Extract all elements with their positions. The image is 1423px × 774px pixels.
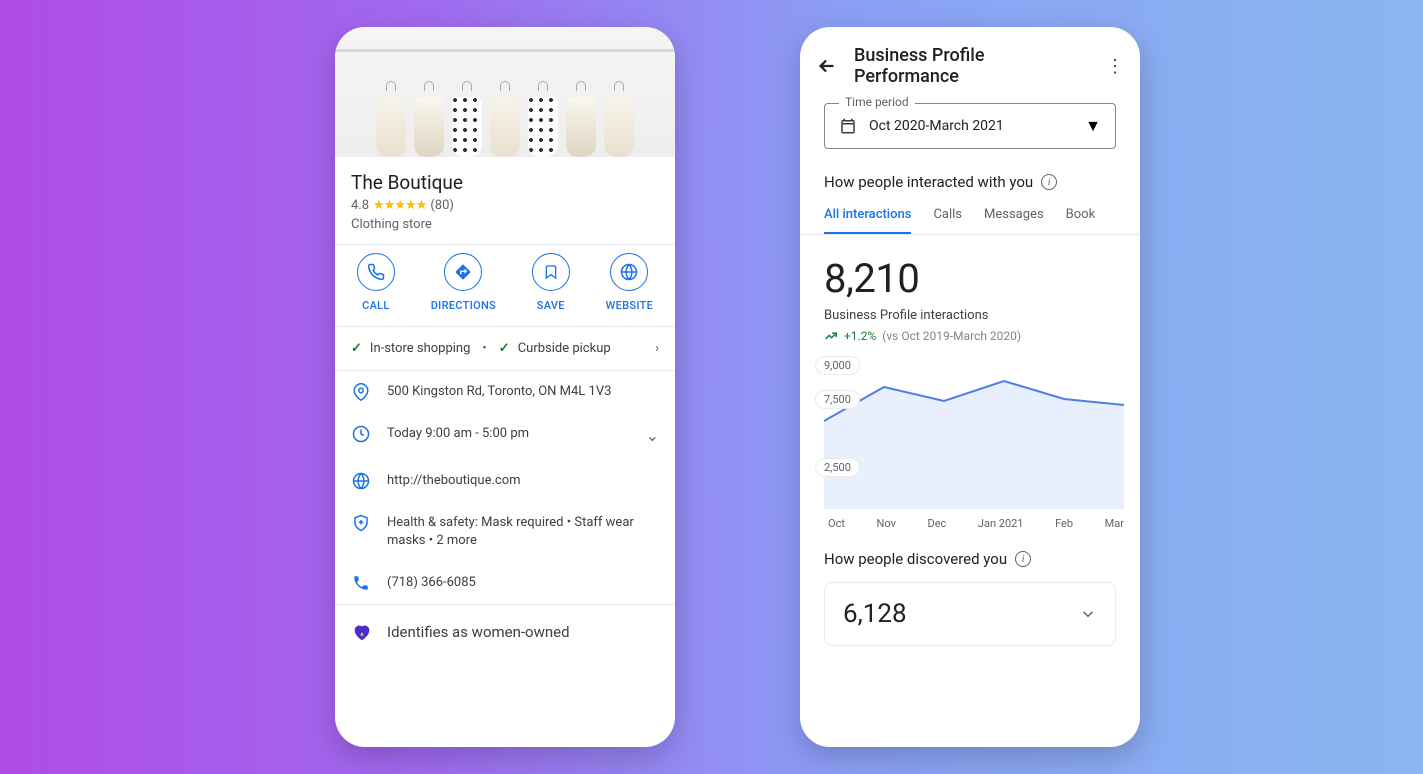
website-button[interactable]: WEBSITE <box>606 253 653 312</box>
trend-percent: +1.2% <box>844 329 876 343</box>
tab-bookings[interactable]: Book <box>1066 207 1096 234</box>
women-owned-text: Identifies as women-owned <box>387 623 570 641</box>
phone-row[interactable]: (718) 366-6085 <box>335 562 675 604</box>
address-row[interactable]: 500 Kingston Rd, Toronto, ON M4L 1V3 <box>335 371 675 413</box>
phone-analytics: Business Profile Performance ⋮ Time peri… <box>800 27 1140 747</box>
trend-up-icon <box>824 329 838 343</box>
more-icon[interactable]: ⋮ <box>1106 56 1124 77</box>
hours-row[interactable]: Today 9:00 am - 5:00 pm ⌄ <box>335 413 675 459</box>
shield-icon <box>351 514 371 550</box>
website-row[interactable]: http://theboutique.com <box>335 460 675 502</box>
time-period-legend: Time period <box>839 95 915 109</box>
time-period-wrap: Time period Oct 2020-March 2021 ▼ <box>800 99 1140 165</box>
features-row[interactable]: ✓ In-store shopping • ✓ Curbside pickup … <box>335 327 675 371</box>
rating-value: 4.8 <box>351 198 369 213</box>
call-button[interactable]: CALL <box>357 253 395 312</box>
category-label: Clothing store <box>351 217 659 232</box>
chevron-down-icon: ⌄ <box>646 425 659 447</box>
tab-all-interactions[interactable]: All interactions <box>824 207 911 234</box>
section-interacted-label: How people interacted with you <box>824 173 1033 191</box>
page-title: Business Profile Performance <box>854 45 1090 87</box>
chart-xaxis: Oct Nov Dec Jan 2021 Feb Mar <box>800 513 1140 538</box>
chevron-down-icon <box>1079 605 1097 623</box>
feature-curbside: Curbside pickup <box>518 341 611 356</box>
website-label: WEBSITE <box>606 299 653 312</box>
phone-icon <box>351 574 371 592</box>
xtick: Jan 2021 <box>978 517 1024 530</box>
pin-icon <box>351 383 371 401</box>
globe-icon <box>610 253 648 291</box>
xtick: Feb <box>1055 517 1073 530</box>
dropdown-icon: ▼ <box>1085 116 1101 136</box>
ytick-2500: 2,500 <box>816 459 859 476</box>
section-discovered-label: How people discovered you <box>824 550 1007 568</box>
xtick: Nov <box>877 517 896 530</box>
xtick: Dec <box>928 517 947 530</box>
safety-row[interactable]: Health & safety: Mask required • Staff w… <box>335 502 675 562</box>
directions-label: DIRECTIONS <box>431 299 496 312</box>
info-icon[interactable]: i <box>1015 551 1031 567</box>
section-interacted: How people interacted with you i <box>800 165 1140 207</box>
check-icon: ✓ <box>499 341 510 356</box>
trend-row: +1.2% (vs Oct 2019-March 2020) <box>824 329 1116 343</box>
safety-text: Health & safety: Mask required • Staff w… <box>387 514 659 550</box>
trend-compare: (vs Oct 2019-March 2020) <box>882 329 1021 343</box>
bookmark-icon <box>532 253 570 291</box>
xtick: Oct <box>828 517 845 530</box>
rating-row[interactable]: 4.8 ★★★★★ (80) <box>351 198 659 213</box>
metric-label: Business Profile interactions <box>824 308 1116 323</box>
ytick-7500: 7,500 <box>816 391 859 408</box>
address-text: 500 Kingston Rd, Toronto, ON M4L 1V3 <box>387 383 659 401</box>
metric-value: 8,210 <box>824 255 1116 302</box>
website-text: http://theboutique.com <box>387 472 659 490</box>
call-label: CALL <box>362 299 390 312</box>
star-icon: ★★★★★ <box>373 198 426 213</box>
analytics-header: Business Profile Performance ⋮ <box>800 27 1140 99</box>
globe-icon <box>351 472 371 490</box>
tab-calls[interactable]: Calls <box>933 207 962 234</box>
action-bar: CALL DIRECTIONS SAVE WEBSITE <box>335 244 675 327</box>
metric-block: 8,210 Business Profile interactions +1.2… <box>800 235 1140 349</box>
directions-icon <box>444 253 482 291</box>
chart-svg <box>824 359 1124 509</box>
ytick-9000: 9,000 <box>816 357 859 374</box>
tab-messages[interactable]: Messages <box>984 207 1044 234</box>
phone-text: (718) 366-6085 <box>387 574 659 592</box>
review-count: (80) <box>430 198 454 213</box>
discovered-value: 6,128 <box>843 599 907 629</box>
heart-icon <box>351 621 373 643</box>
phone-icon <box>357 253 395 291</box>
back-button[interactable] <box>816 55 838 77</box>
listing-header: The Boutique 4.8 ★★★★★ (80) Clothing sto… <box>335 157 675 244</box>
time-period-select[interactable]: Time period Oct 2020-March 2021 ▼ <box>824 103 1116 149</box>
section-discovered: How people discovered you i <box>800 538 1140 578</box>
feature-instore: In-store shopping <box>370 341 470 356</box>
hours-text: Today 9:00 am - 5:00 pm <box>387 425 630 447</box>
directions-button[interactable]: DIRECTIONS <box>431 253 496 312</box>
chevron-right-icon: › <box>655 341 659 356</box>
check-icon: ✓ <box>351 341 362 356</box>
info-icon[interactable]: i <box>1041 174 1057 190</box>
interaction-tabs: All interactions Calls Messages Book <box>800 207 1140 235</box>
save-label: SAVE <box>537 299 565 312</box>
xtick: Mar <box>1105 517 1124 530</box>
separator: • <box>482 341 486 356</box>
interactions-chart: 9,000 7,500 2,500 <box>800 349 1140 513</box>
clock-icon <box>351 425 371 447</box>
business-name: The Boutique <box>351 171 659 194</box>
phone-business-listing: The Boutique 4.8 ★★★★★ (80) Clothing sto… <box>335 27 675 747</box>
hero-image <box>335 27 675 157</box>
women-owned-row: Identifies as women-owned <box>335 604 675 659</box>
discovered-card[interactable]: 6,128 <box>824 582 1116 646</box>
time-period-value: Oct 2020-March 2021 <box>869 118 1073 134</box>
save-button[interactable]: SAVE <box>532 253 570 312</box>
calendar-icon <box>839 117 857 135</box>
